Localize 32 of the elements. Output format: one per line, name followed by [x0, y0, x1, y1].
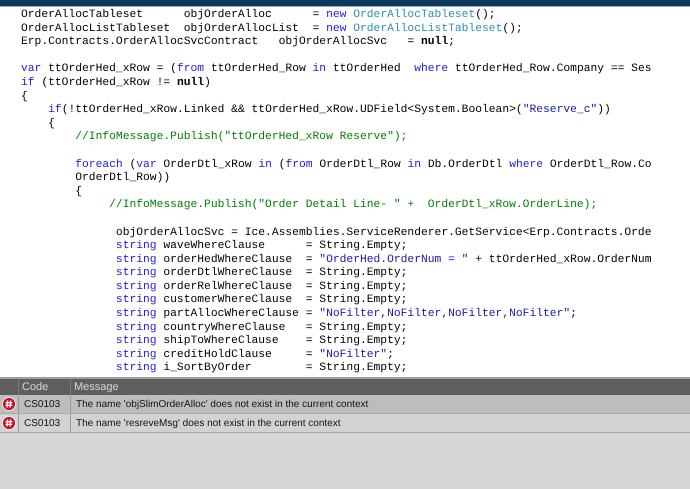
code-line: foreach (var OrderDtl_xRow in (from OrderDtl_Row in Db.OrderDtl where OrderDtl_Row.Co — [74, 158, 652, 172]
code-line: string i_SortByOrder = String.Empty; — [114, 362, 408, 376]
code-line: OrderAllocListTableset objOrderAllocList = new OrderAllocListTableset(); — [21, 22, 523, 36]
code-line: string orderDtlWhereClause = String.Empty; — [114, 267, 408, 280]
code-line: string customerWhereClause = String.Empty; — [114, 294, 408, 308]
code-line: string partAllocWhereClause = "NoFilter,NoFilter,NoFilter,NoFilter"; — [114, 308, 577, 322]
error-icon — [2, 416, 16, 430]
code-line: OrderAllocTableset objOrderAlloc = new OrderAllocTableset(); — [21, 9, 496, 22]
code-line: Erp.Contracts.OrderAllocSvcContract objOrderAllocSvc = null; — [21, 36, 455, 50]
code-line: string countryWhereClause = String.Empty; — [114, 322, 408, 334]
code-line: objOrderAllocSvc = Ice.Assemblies.ServiceRenderer.GetService<Erp.Contracts.Orde — [114, 226, 652, 240]
code-line: if(!ttOrderHed_xRow.Linked && ttOrderHed_xRow.UDField<System.Boolean>("Reserve_c")) — [47, 104, 611, 118]
error-code: CS0103 — [18, 395, 70, 413]
code-line: if (ttOrderHed_xRow != null) — [21, 76, 211, 90]
error-icon — [2, 397, 16, 411]
error-message: The name 'resreveMsg' does not exist in the current context — [70, 414, 690, 432]
error-row[interactable]: CS0103 The name 'resreveMsg' does not exist in the current context — [0, 414, 690, 433]
error-code: CS0103 — [18, 414, 70, 432]
code-line: string orderHedWhereClause = "OrderHed.OrderNum = " + ttOrderHed_xRow.OrderNum — [114, 254, 652, 266]
code-line: { — [74, 186, 82, 200]
code-line: { — [47, 118, 55, 132]
code-line: string orderRelWhereClause = String.Empty; — [114, 280, 408, 294]
code-line: string waveWhereClause = String.Empty; — [114, 240, 408, 254]
code-line: var ttOrderHed_xRow = (from ttOrderHed_Row in ttOrderHed where ttOrderHed_Row.Company == Ses — [21, 63, 652, 76]
code-line: //InfoMessage.Publish("ttOrderHed_xRow Reserve"); — [74, 131, 408, 145]
code-line: string shipToWhereClause = String.Empty; — [114, 335, 408, 348]
code-line: OrderDtl_Row)) — [74, 172, 170, 186]
code-line: string creditHoldClause = "NoFilter"; — [114, 348, 394, 362]
code-line: { — [21, 90, 28, 104]
code-line: //InfoMessage.Publish("Order Detail Line- " + OrderDtl_xRow.OrderLine); — [108, 199, 598, 213]
error-message: The name 'objSlimOrderAlloc' does not exist in the current context — [70, 395, 690, 413]
error-row[interactable]: CS0103 The name 'objSlimOrderAlloc' does not exist in the current context — [0, 395, 690, 414]
